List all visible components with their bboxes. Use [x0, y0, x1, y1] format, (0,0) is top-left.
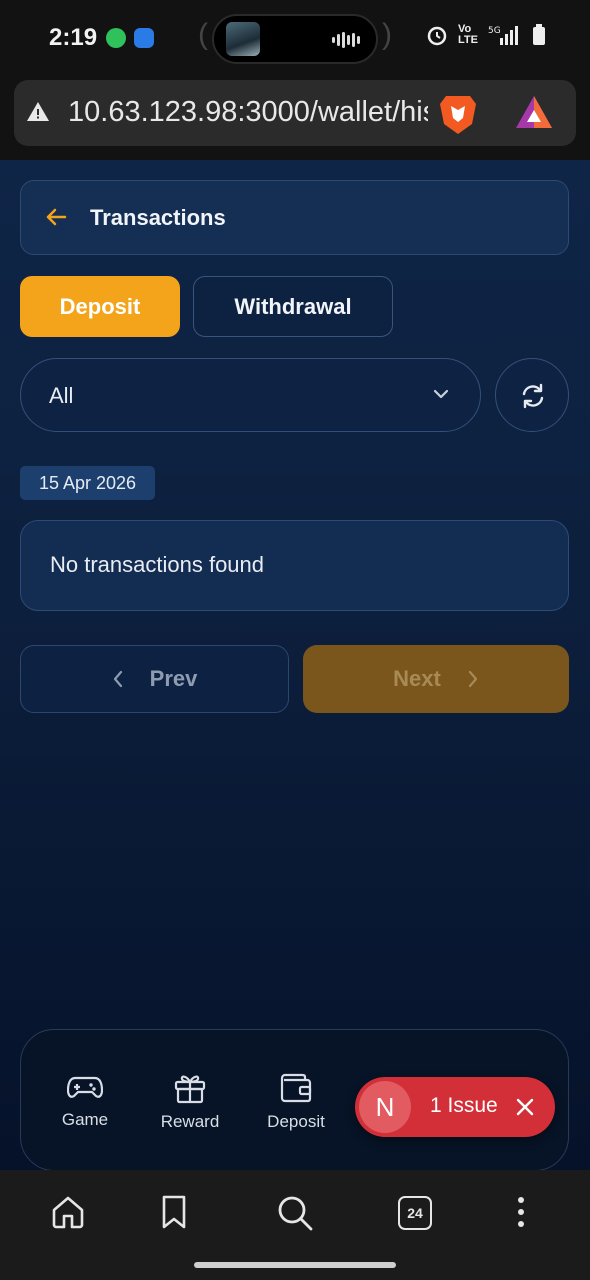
nav-item-reward[interactable]: Reward	[145, 1072, 235, 1132]
tab-switcher-button[interactable]: 24	[398, 1196, 432, 1230]
status-bar: 2:19 ( ) Vo LTE 5G	[0, 0, 590, 78]
issues-badge[interactable]: N 1 Issue	[355, 1077, 555, 1137]
prev-page-button[interactable]: Prev	[20, 645, 289, 713]
next-page-button[interactable]: Next	[303, 645, 569, 713]
gift-icon	[174, 1075, 206, 1104]
empty-state-message: No transactions found	[50, 552, 265, 577]
home-indicator[interactable]	[194, 1262, 396, 1268]
close-icon[interactable]	[515, 1097, 535, 1117]
bookmark-icon[interactable]	[160, 1194, 188, 1230]
address-bar[interactable]: 10.63.123.98:3000/wallet/hist	[14, 80, 576, 146]
chevron-right-icon	[468, 670, 477, 688]
refresh-button[interactable]	[495, 358, 569, 432]
url-text[interactable]: 10.63.123.98:3000/wallet/hist	[68, 96, 428, 129]
app-notification-icon	[134, 28, 154, 48]
status-icons: Vo LTE 5G	[426, 24, 546, 46]
network-type: Vo LTE	[458, 23, 478, 46]
island-bracket-left: (	[198, 18, 208, 51]
chevron-down-icon	[433, 389, 449, 399]
page-title: Transactions	[90, 205, 226, 230]
transactions-page: Transactions Deposit Withdrawal All 15 A…	[0, 160, 590, 1171]
app-notification-icon	[106, 28, 126, 48]
search-icon[interactable]	[276, 1194, 314, 1232]
tab-deposit[interactable]: Deposit	[20, 276, 180, 337]
status-filter-select[interactable]: All	[20, 358, 481, 432]
issue-count: 1 Issue	[430, 1094, 498, 1117]
nav-label-reward: Reward	[160, 1112, 220, 1131]
tab-withdrawal[interactable]: Withdrawal	[193, 276, 393, 337]
not-secure-warning-icon[interactable]	[26, 100, 50, 124]
gamepad-icon	[67, 1076, 103, 1098]
more-menu-icon[interactable]	[512, 1194, 530, 1230]
back-arrow-icon[interactable]	[45, 206, 67, 228]
empty-state-card: No transactions found	[20, 520, 569, 611]
brave-rewards-icon[interactable]	[514, 94, 554, 132]
nav-label-deposit: Deposit	[267, 1112, 325, 1131]
brave-shields-icon[interactable]	[438, 92, 478, 136]
nextjs-logo-icon: N	[359, 1081, 411, 1133]
nav-label-game: Game	[61, 1110, 109, 1129]
date-badge: 15 Apr 2026	[20, 466, 155, 500]
audio-wave-icon	[332, 32, 360, 48]
chevron-left-icon	[113, 670, 122, 688]
media-thumbnail	[226, 22, 260, 56]
browser-toolbar: 10.63.123.98:3000/wallet/hist	[0, 78, 590, 160]
battery-icon	[533, 24, 545, 45]
wallet-icon	[280, 1073, 312, 1103]
prev-label: Prev	[149, 666, 198, 691]
filter-selected-value: All	[49, 383, 74, 408]
next-label: Next	[393, 666, 441, 691]
home-icon[interactable]	[50, 1194, 86, 1230]
signal-icon: 5G	[488, 26, 518, 45]
status-time: 2:19	[49, 24, 98, 51]
nav-item-game[interactable]: Game	[40, 1072, 130, 1130]
alarm-icon	[427, 26, 447, 46]
island-bracket-right: )	[382, 18, 392, 51]
nav-item-deposit[interactable]: Deposit	[251, 1072, 341, 1132]
page-header: Transactions	[20, 180, 569, 255]
dynamic-island	[212, 14, 378, 64]
svg-text:5G: 5G	[488, 26, 501, 36]
refresh-icon	[522, 383, 544, 409]
